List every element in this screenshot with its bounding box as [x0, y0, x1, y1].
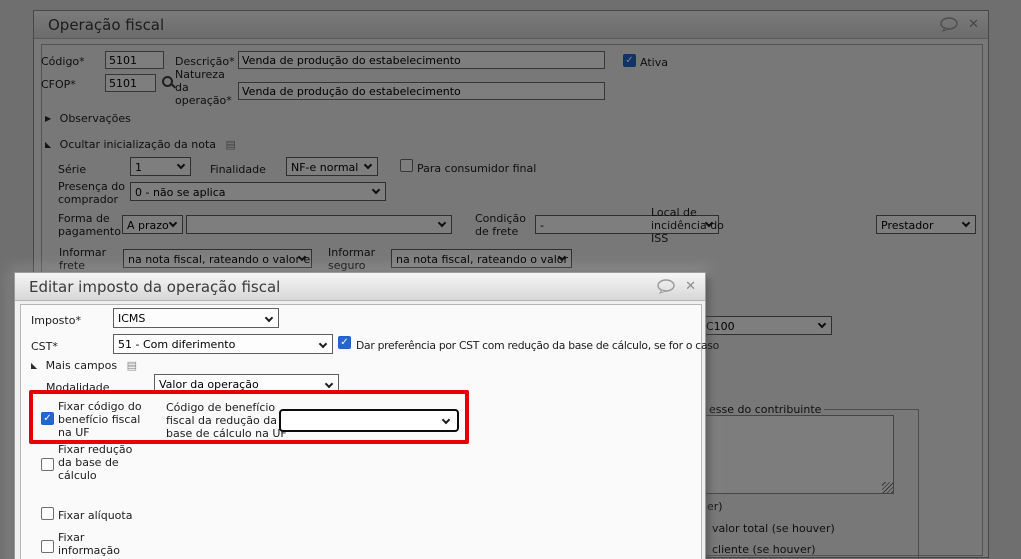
cst-select[interactable]: 51 - Com diferimento: [113, 334, 333, 354]
fixar-informacao-label: Fixar informação adicional: [58, 531, 120, 559]
codigo-beneficio-label: Código de benefício fiscal da redução da…: [166, 401, 287, 440]
checkmark-icon: ✓: [43, 413, 52, 424]
fixar-informacao-checkbox[interactable]: [41, 540, 54, 553]
fixar-reducao-checkbox[interactable]: [41, 458, 54, 471]
chevron-down-icon: [441, 415, 451, 425]
imposto-select[interactable]: ICMS: [113, 308, 279, 328]
fixar-aliquota-checkbox[interactable]: [41, 507, 54, 520]
dar-preferencia-checkbox[interactable]: ✓: [338, 336, 351, 349]
triangle-collapse-icon: ◣: [31, 361, 38, 370]
dialog-titlebar[interactable]: Editar imposto da operação fiscal ✕: [15, 273, 705, 301]
cst-label: CST*: [31, 340, 58, 353]
fixar-aliquota-label: Fixar alíquota: [58, 509, 133, 522]
modalidade-select[interactable]: Valor da operação: [154, 374, 339, 394]
codigo-beneficio-select[interactable]: [279, 409, 459, 432]
checkmark-icon: ✓: [340, 337, 349, 348]
fixar-codigo-beneficio-checkbox[interactable]: ✓: [41, 412, 54, 425]
comment-bubble-icon[interactable]: [656, 279, 676, 294]
close-icon[interactable]: ✕: [685, 280, 696, 293]
imposto-label: Imposto*: [31, 314, 81, 327]
dialog-title: Editar imposto da operação fiscal: [29, 277, 281, 296]
note-icon[interactable]: ▤: [127, 359, 137, 372]
mais-campos-label: Mais campos: [45, 359, 118, 372]
chevron-down-icon: [318, 339, 328, 349]
dar-preferencia-label: Dar preferência por CST com redução da b…: [356, 339, 719, 352]
modalidade-label: Modalidade: [46, 381, 110, 394]
dialog-editar-imposto: Editar imposto da operação fiscal ✕ Impo…: [14, 272, 719, 559]
chevron-down-icon: [324, 379, 334, 389]
screen: Operação fiscal ✕ Código* 5101 Descrição…: [0, 0, 1021, 559]
fixar-codigo-beneficio-label: Fixar código do benefício fiscal na UF: [58, 400, 142, 439]
chevron-down-icon: [264, 313, 274, 323]
section-toggle-mais-campos[interactable]: ◣ Mais campos ▤: [31, 359, 137, 372]
fixar-reducao-label: Fixar redução da base de cálculo: [58, 443, 133, 482]
